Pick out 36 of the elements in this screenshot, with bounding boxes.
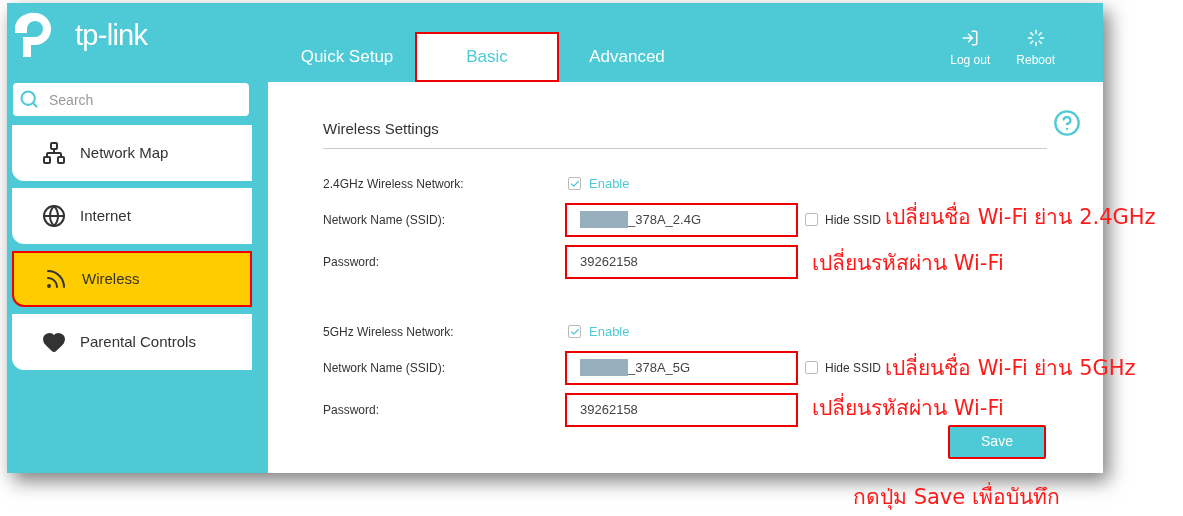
field-label: Password:	[323, 401, 381, 419]
wifi-icon	[44, 267, 68, 291]
input-field[interactable]: _378A_5G	[565, 350, 798, 385]
enable-label: Enable	[589, 174, 630, 193]
input-field[interactable]: 39262158	[565, 392, 798, 427]
help-icon[interactable]	[1053, 109, 1081, 137]
annotation-text: เปลี่ยนรหัสผ่าน Wi-Fi	[812, 393, 1004, 425]
annotation-text: เปลี่ยนรหัสผ่าน Wi-Fi	[812, 248, 1004, 280]
field-label: Network Name (SSID):	[323, 211, 447, 229]
checkbox[interactable]	[805, 361, 818, 374]
sidebar-item[interactable]: Wireless	[12, 251, 252, 307]
section-label: 5GHz Wireless Network:	[323, 323, 455, 341]
sidebar-item[interactable]: Internet	[12, 188, 252, 244]
field-label: Password:	[323, 253, 381, 271]
input-field[interactable]: _378A_2.4G	[565, 202, 798, 237]
network-icon	[42, 141, 66, 165]
checkbox[interactable]	[568, 177, 581, 190]
search-icon	[19, 89, 39, 109]
annotation-text: เปลี่ยนชื่อ Wi-Fi ย่าน 5GHz	[885, 353, 1136, 385]
sidebar-item[interactable]: Network Map	[12, 125, 252, 181]
heart-icon	[42, 330, 66, 354]
hide-ssid-label: Hide SSID	[825, 359, 882, 377]
annotation-text: เปลี่ยนชื่อ Wi-Fi ย่าน 2.4GHz	[885, 202, 1156, 234]
annotation-text: กดปุ่ม Save เพื่อบันทึก	[853, 482, 1060, 514]
hide-ssid-label: Hide SSID	[825, 211, 882, 229]
logo-text: tp-link	[75, 21, 148, 50]
checkbox[interactable]	[805, 213, 818, 226]
globe-icon	[42, 204, 66, 228]
checkbox[interactable]	[568, 325, 581, 338]
search-field[interactable]: Search	[13, 83, 249, 116]
panel-title: Wireless Settings	[323, 119, 439, 139]
input-field[interactable]: 39262158	[565, 244, 798, 279]
field-label: Network Name (SSID):	[323, 359, 447, 377]
enable-label: Enable	[589, 322, 630, 341]
section-label: 2.4GHz Wireless Network:	[323, 175, 465, 193]
sidebar-item[interactable]: Parental Controls	[12, 314, 252, 370]
